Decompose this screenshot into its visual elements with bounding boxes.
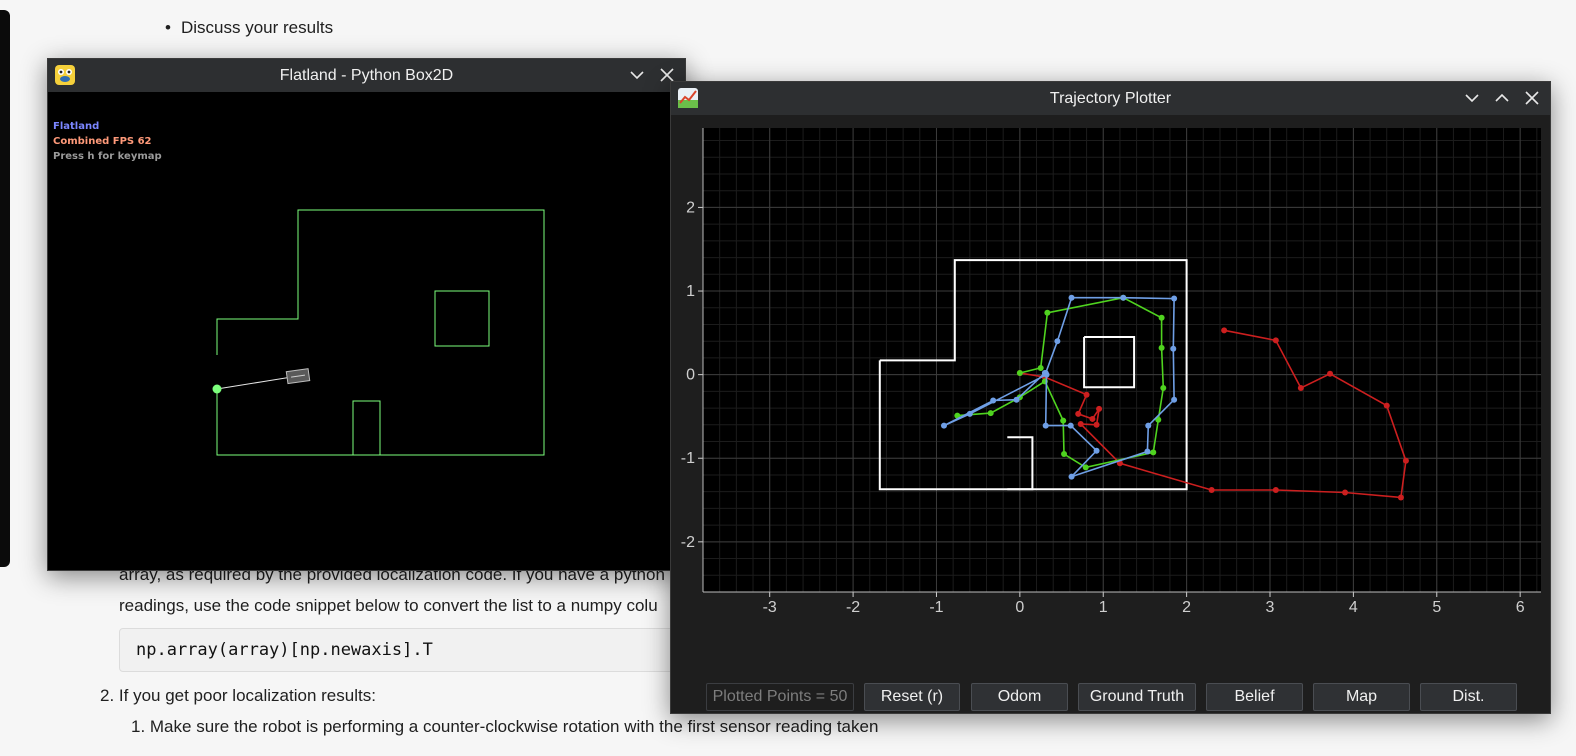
pillar-obstacle [352,400,381,456]
code-snippet[interactable]: np.array(array)[np.newaxis].T [119,628,721,672]
sensor-ray [216,375,299,390]
x-tick-label: 6 [1516,599,1525,616]
trajectory-point [1150,449,1157,456]
trajectory-point [1327,370,1334,377]
trajectory-point [1158,344,1165,351]
plotted-points-readout: Plotted Points = 50 [706,683,854,711]
minimize-icon[interactable] [1462,88,1482,108]
trajectory-point [1060,417,1067,424]
trajectory-point [1013,396,1020,403]
trajectory-point [1042,422,1049,429]
flatland-window[interactable]: Flatland - Python Box2D Flatland Combine… [47,58,686,571]
trajectory-point [1120,294,1127,301]
ground-truth-button[interactable]: Ground Truth [1078,683,1196,711]
trajectory-point [1068,294,1075,301]
trajectory-point [1068,473,1075,480]
trajectory-point [1075,410,1082,417]
y-tick-label: 2 [686,199,695,216]
x-tick-label: -2 [846,599,860,616]
trajectory-point [987,410,994,417]
trajectory-point [1054,338,1061,345]
trajectory-point [966,410,973,417]
trajectory-point [1221,327,1228,334]
y-tick-label: -1 [681,450,695,467]
belief-button[interactable]: Belief [1206,683,1303,711]
trajectory-point [1093,421,1100,428]
trajectory-point [1297,385,1304,392]
trajectory-point [990,397,997,404]
trajectory-point [1016,369,1023,376]
trajectory-point [1082,464,1089,471]
trajectory-point [1397,494,1404,501]
trajectory-point [1171,295,1178,302]
flatland-titlebar[interactable]: Flatland - Python Box2D [48,59,685,92]
trajectory-point [1158,314,1165,321]
trajectory-point [1342,489,1349,496]
flatland-window-title: Flatland - Python Box2D [279,67,454,84]
close-icon[interactable] [1522,88,1542,108]
x-tick-label: -3 [763,599,777,616]
trajectory-point [1061,451,1068,458]
x-tick-label: -1 [929,599,943,616]
trajectory-plot[interactable]: -3 -2 -1 0 1 2 3 4 5 6 -2 -1 0 1 2 [671,116,1550,666]
doc-bullet-discuss: Discuss your results [165,18,333,38]
trajectory-point [1402,457,1409,464]
left-panel-edge [0,10,10,567]
trajectory-point [1044,309,1051,316]
flatland-viewport[interactable]: Flatland Combined FPS 62 Press h for key… [48,93,685,570]
maximize-icon[interactable] [1492,88,1512,108]
x-tick-label: 2 [1182,599,1191,616]
x-tick-label: 5 [1432,599,1441,616]
trajectory-point [1042,369,1049,376]
minimize-icon[interactable] [627,65,647,85]
trajectory-point [940,422,947,429]
trajectory-plotter-window[interactable]: Trajectory Plotter -3 -2 -1 0 1 2 3 4 5 6 -2 -1 0 1 2 … [670,81,1551,714]
trajectory-point [1208,487,1215,494]
doc-list-item-2: 2. If you get poor localization results: [100,686,376,705]
x-tick-label: 4 [1349,599,1358,616]
trajectory-point [1037,364,1044,371]
plotter-window-title: Trajectory Plotter [1049,90,1172,107]
trajectory-point [1083,391,1090,398]
trajectory-point [1160,385,1167,392]
trajectory-point [1170,345,1177,352]
code-snippet-text: np.array(array)[np.newaxis].T [136,640,433,660]
y-tick-label: -2 [681,534,695,551]
x-tick-label: 0 [1015,599,1024,616]
trajectory-point [1096,405,1103,412]
trajectory-point [1144,448,1151,455]
trajectory-point [1067,422,1074,429]
square-obstacle [434,290,490,347]
dist-button[interactable]: Dist. [1420,683,1517,711]
doc-list-item-2-1: 1. Make sure the robot is performing a c… [131,717,879,736]
plotter-content: -3 -2 -1 0 1 2 3 4 5 6 -2 -1 0 1 2 Plotted Points = 50… [671,116,1550,713]
trajectory-point [1077,420,1084,427]
x-tick-label: 3 [1266,599,1275,616]
flatland-scene [212,209,545,456]
trajectory-point [1272,487,1279,494]
reset-button[interactable]: Reset (r) [864,683,960,711]
robot-body [285,368,311,385]
y-tick-label: 1 [686,283,695,300]
plot-area [703,128,1541,592]
y-tick-label: 0 [686,367,695,384]
trajectory-point [1171,396,1178,403]
x-tick-label: 1 [1099,599,1108,616]
map-button[interactable]: Map [1313,683,1410,711]
trajectory-point [1272,337,1279,344]
trajectory-point [1089,415,1096,422]
ray-hit-point [212,384,222,394]
plotter-titlebar[interactable]: Trajectory Plotter [671,82,1550,115]
doc-paragraph-line-2: readings, use the code snippet below to … [119,596,658,615]
odom-button[interactable]: Odom [971,683,1068,711]
trajectory-point [1383,402,1390,409]
trajectory-point [1145,422,1152,429]
trajectory-point [1093,447,1100,454]
